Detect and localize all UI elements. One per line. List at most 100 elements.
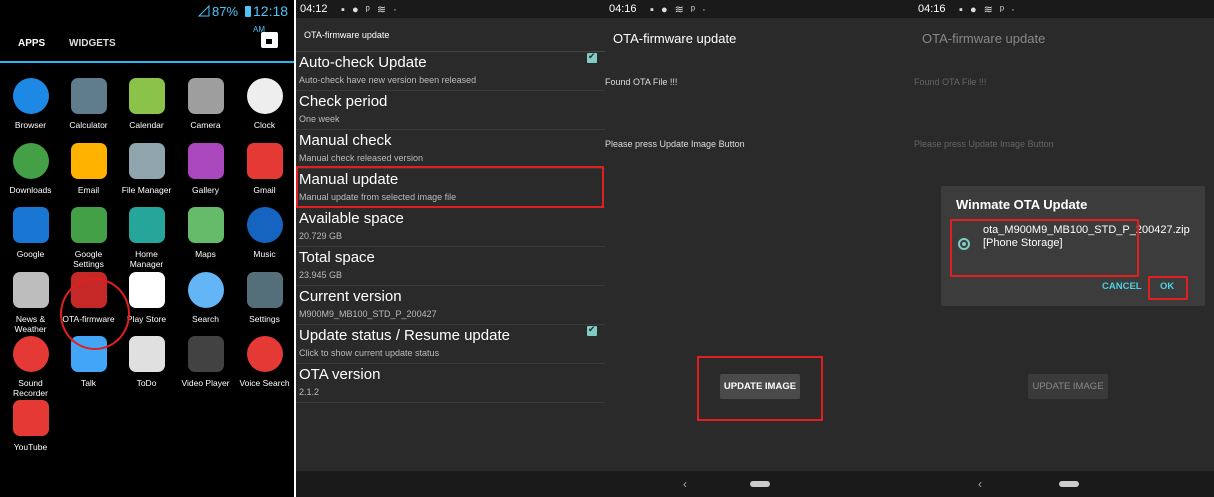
cancel-button[interactable]: CANCEL	[1102, 281, 1142, 292]
app-video-player[interactable]: Video Player	[177, 336, 234, 388]
notification-icons: ▪ ● ≋ ᵖ ·	[959, 4, 1017, 16]
app-label: Google	[16, 249, 45, 259]
app-clock[interactable]: Clock	[236, 78, 293, 130]
app-youtube[interactable]: YouTube	[2, 400, 59, 452]
setting-title: Update status / Resume update	[299, 327, 510, 344]
notification-icons: ▪ ● ≋ ᵖ ·	[650, 4, 708, 16]
setting-title: OTA version	[299, 366, 381, 383]
status-time: 04:12	[300, 3, 328, 15]
found-message: Found OTA File !!!	[605, 77, 678, 87]
drawer-tabs: APPS WIDGETS	[0, 23, 294, 63]
app-google-settings[interactable]: Google Settings	[60, 207, 117, 269]
app-label: Gmail	[253, 185, 276, 195]
app-voice-search[interactable]: Voice Search	[236, 336, 293, 388]
app-label: Calendar	[129, 120, 164, 130]
app-drawer-screen: 87% 12:18 AM APPS WIDGETS Browser Calcula…	[0, 0, 294, 497]
globe-icon	[12, 78, 49, 114]
battery-icon	[245, 6, 251, 17]
navigation-bar: ‹	[605, 471, 914, 497]
setting-row[interactable]: Available space 20.729 GB	[296, 208, 605, 247]
app-browser[interactable]: Browser	[2, 78, 59, 130]
app-label: YouTube	[13, 442, 48, 452]
app-maps[interactable]: Maps	[177, 207, 234, 259]
setting-title: Manual check	[299, 132, 392, 149]
app-file-manager[interactable]: File Manager	[118, 143, 175, 195]
app-calendar[interactable]: Calendar	[118, 78, 175, 130]
home-icon[interactable]	[1059, 481, 1079, 487]
setting-title: Check period	[299, 93, 388, 110]
setting-summary: One week	[299, 114, 340, 124]
app-gallery[interactable]: Gallery	[177, 143, 234, 195]
music-icon	[246, 207, 283, 243]
app-label: News & Weather	[14, 314, 47, 334]
app-email[interactable]: Email	[60, 143, 117, 195]
setting-checkbox[interactable]	[587, 51, 597, 63]
setting-summary: 2.1.2	[299, 387, 320, 397]
search-icon	[187, 272, 224, 308]
app-settings[interactable]: Settings	[236, 272, 293, 324]
notification-icons: ▪ ● ᵖ ≋ ·	[341, 4, 399, 16]
setting-summary: 23.945 GB	[299, 270, 343, 280]
back-icon[interactable]: ‹	[683, 477, 687, 491]
setting-row[interactable]: Auto-check Update Auto-check have new ver…	[296, 51, 605, 91]
highlight-box	[950, 219, 1139, 277]
app-gmail[interactable]: Gmail	[236, 143, 293, 195]
app-downloads[interactable]: Downloads	[2, 143, 59, 195]
app-home-manager[interactable]: Home Manager	[118, 207, 175, 269]
setting-title: Current version	[299, 288, 402, 305]
app-label: Clock	[253, 120, 276, 130]
app-label: Home Manager	[129, 249, 164, 269]
app-news-weather[interactable]: News & Weather	[2, 272, 59, 334]
app-google[interactable]: Google	[2, 207, 59, 259]
app-label: Camera	[190, 120, 221, 130]
app-sound-recorder[interactable]: Sound Recorder	[2, 336, 59, 398]
google-settings-icon	[70, 207, 107, 243]
setting-row[interactable]: OTA version 2.1.2	[296, 364, 605, 403]
found-message: Found OTA File !!!	[914, 77, 987, 87]
app-label: Browser	[14, 120, 47, 130]
status-bar: 04:16 ▪ ● ≋ ᵖ ·	[605, 0, 914, 18]
page-title: OTA-firmware update	[613, 31, 737, 46]
youtube-icon	[12, 400, 49, 436]
app-calculator[interactable]: Calculator	[60, 78, 117, 130]
setting-row[interactable]: Manual check Manual check released versio…	[296, 130, 605, 169]
folder-icon	[128, 143, 165, 179]
setting-row[interactable]: Current version M900M9_MB100_STD_P_200427	[296, 286, 605, 325]
tab-apps[interactable]: APPS	[18, 38, 45, 49]
back-icon[interactable]: ‹	[978, 477, 982, 491]
highlight-box	[296, 166, 604, 208]
setting-summary: 20.729 GB	[299, 231, 343, 241]
setting-checkbox[interactable]	[587, 324, 597, 336]
ota-settings-screen: 04:12 ▪ ● ᵖ ≋ · OTA-firmware update Auto…	[296, 0, 605, 497]
tab-widgets[interactable]: WIDGETS	[69, 38, 116, 49]
ota-update-screen: 04:16 ▪ ● ≋ ᵖ · OTA-firmware update Foun…	[605, 0, 914, 497]
app-camera[interactable]: Camera	[177, 78, 234, 130]
home-icon[interactable]	[750, 481, 770, 487]
app-label: Downloads	[9, 185, 52, 195]
app-label: File Manager	[121, 185, 172, 195]
action-bar: OTA-firmware update	[296, 18, 605, 52]
app-label: Video Player	[181, 378, 230, 388]
setting-row[interactable]: Total space 23.945 GB	[296, 247, 605, 286]
gallery-icon	[187, 143, 224, 179]
setting-summary: Click to show current update status	[299, 348, 440, 358]
navigation-bar: ‹	[914, 471, 1214, 497]
status-time: 04:16	[609, 3, 637, 15]
app-music[interactable]: Music	[236, 207, 293, 259]
setting-row[interactable]: Update status / Resume update Click to sh…	[296, 324, 605, 364]
highlight-box	[1148, 276, 1188, 300]
update-image-button: UPDATE IMAGE	[1028, 374, 1108, 399]
setting-title: Available space	[299, 210, 404, 227]
google-icon	[12, 207, 49, 243]
microphone-icon	[246, 336, 283, 372]
app-search[interactable]: Search	[177, 272, 234, 324]
settings-icon	[246, 272, 283, 308]
instruction-message: Please press Update Image Button	[914, 139, 1054, 149]
app-todo[interactable]: ToDo	[118, 336, 175, 388]
highlight-circle	[60, 278, 130, 350]
app-label: Google Settings	[73, 249, 104, 269]
email-icon	[70, 143, 107, 179]
setting-row[interactable]: Check period One week	[296, 91, 605, 130]
microphone-icon	[12, 336, 49, 372]
store-icon[interactable]	[261, 32, 278, 48]
